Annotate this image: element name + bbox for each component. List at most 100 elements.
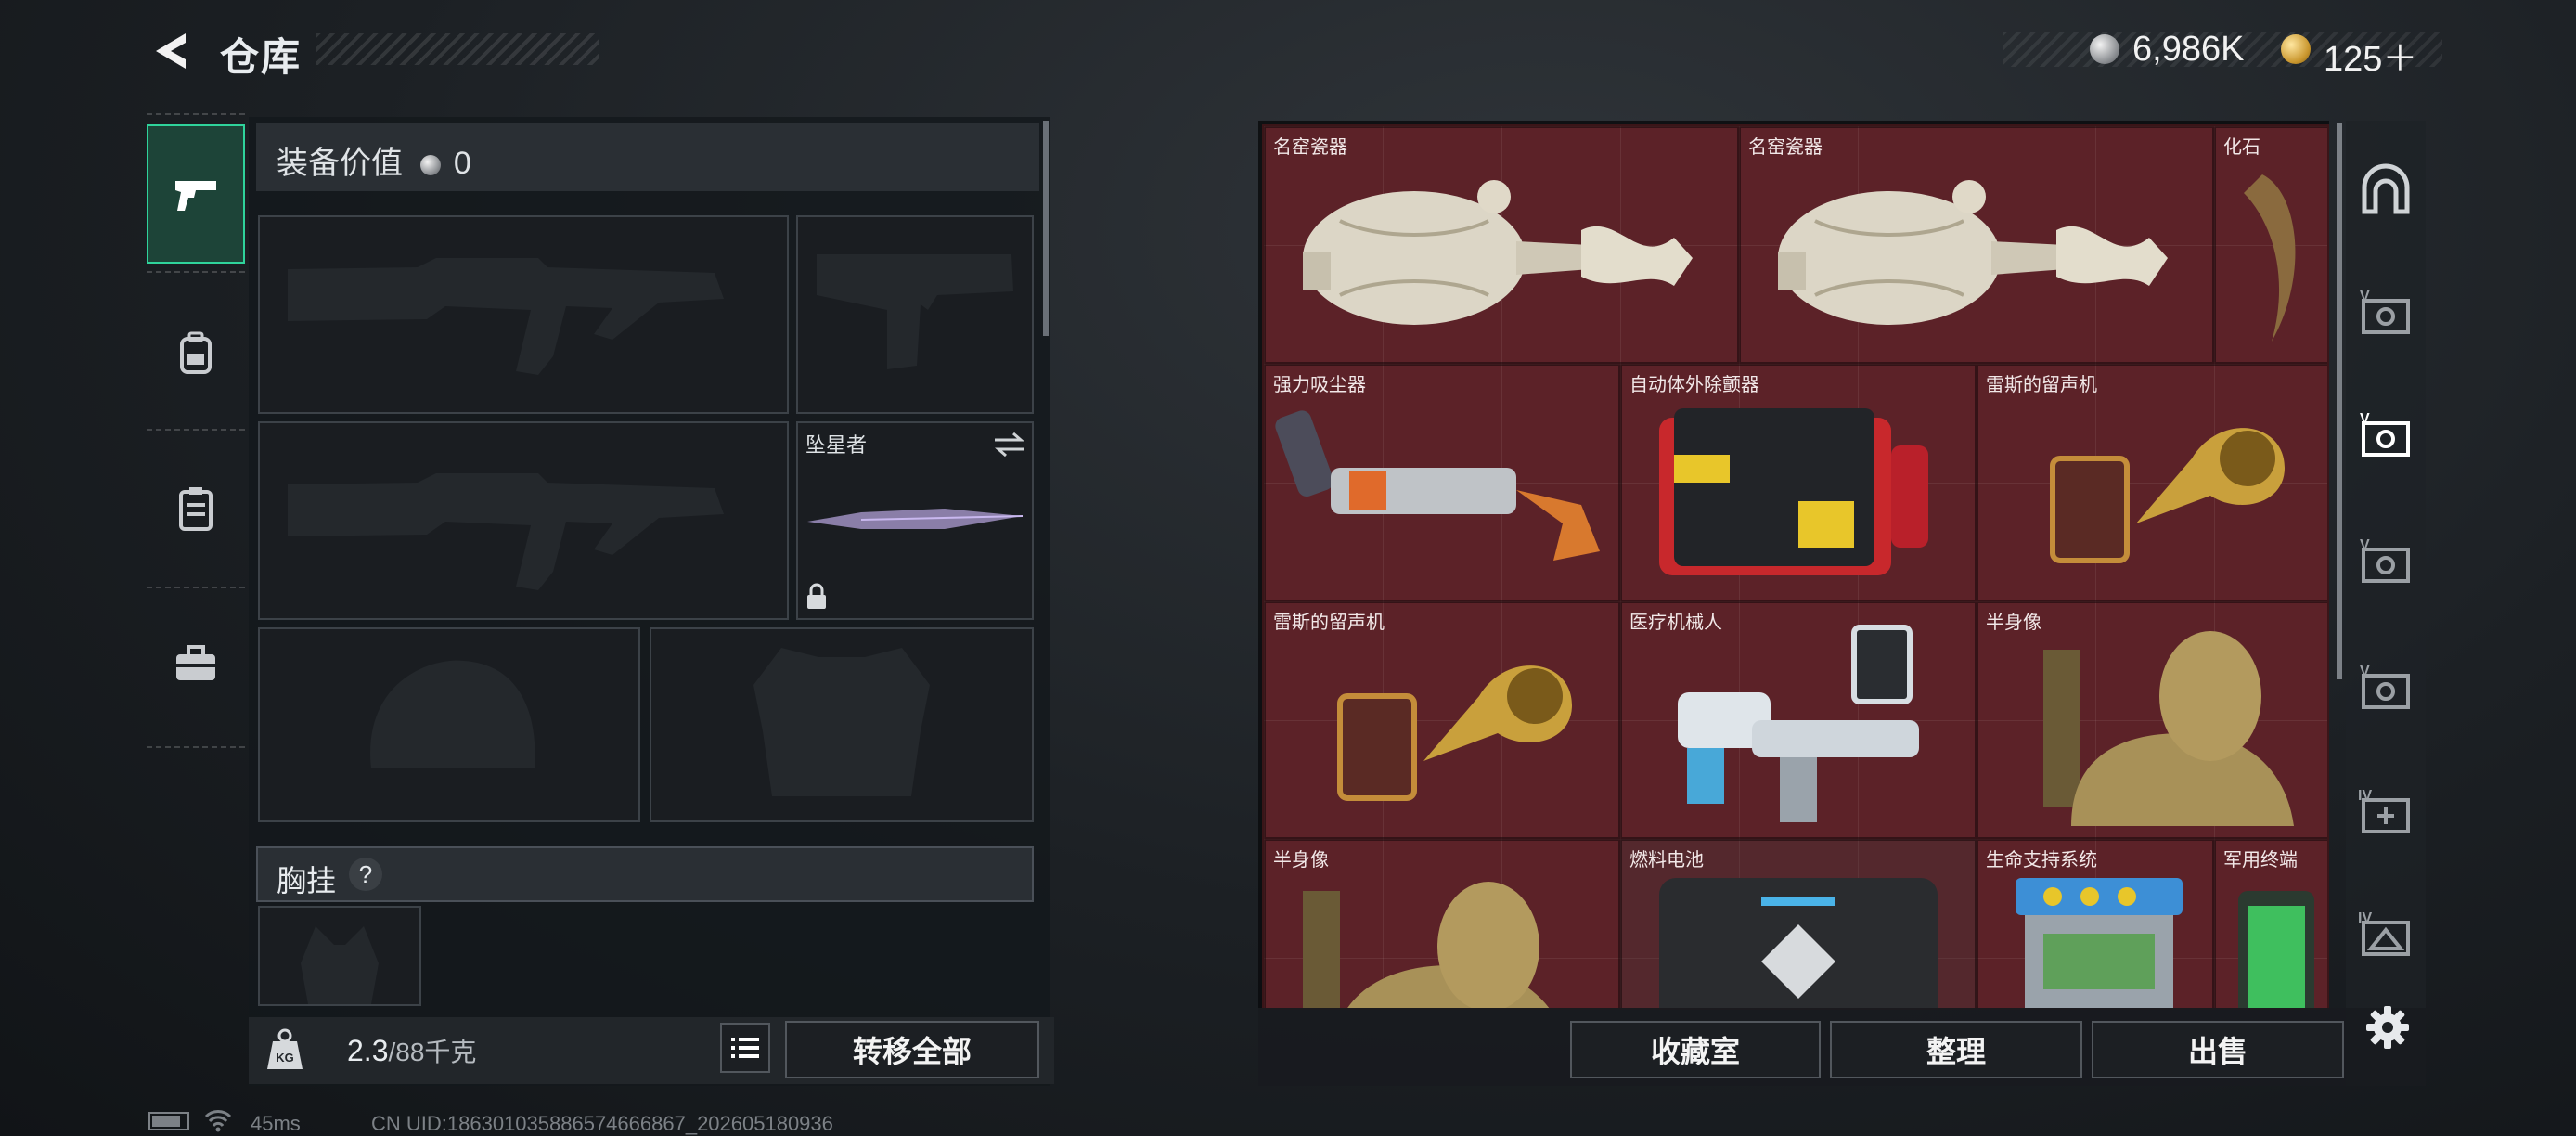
chest-rig-label: 胸挂 <box>277 864 337 897</box>
tab-weapons[interactable] <box>147 124 245 264</box>
item-name: 雷斯的留声机 <box>1273 613 1385 633</box>
item-vase[interactable]: 名窑瓷器 <box>1264 126 1739 364</box>
storage-tab-5[interactable]: IV <box>2346 874 2426 995</box>
tab-separator <box>147 271 245 273</box>
storage-tab-add[interactable]: IV <box>2346 752 2426 872</box>
melee-name: 坠星者 <box>805 433 868 457</box>
item-vase[interactable]: 名窑瓷器 <box>1739 126 2214 364</box>
vase-icon <box>1303 180 1693 325</box>
tab-separator <box>147 429 245 431</box>
list-view-button[interactable] <box>720 1023 770 1073</box>
tab-locker[interactable] <box>147 440 245 579</box>
item-name: 半身像 <box>1986 613 2041 633</box>
settings-button[interactable] <box>2363 1002 2413 1052</box>
item-life-support[interactable]: 生命支持系统 <box>1977 839 2214 1008</box>
back-arrow-icon <box>156 33 186 69</box>
sell-button[interactable]: 出售 <box>2092 1021 2344 1078</box>
bust-icon <box>1303 882 1550 1008</box>
svg-text:V: V <box>2360 537 2370 553</box>
item-name: 名窑瓷器 <box>1748 137 1823 158</box>
back-button[interactable] <box>148 28 195 74</box>
item-name: 雷斯的留声机 <box>1986 375 2097 395</box>
svg-text:IV: IV <box>2358 910 2372 926</box>
storage-v-icon: V <box>2360 411 2410 457</box>
toolbox-icon <box>176 645 215 680</box>
gold-balance[interactable]: 125＋ <box>2324 30 2417 81</box>
ping-readout: 45ms <box>251 1112 301 1135</box>
item-gramophone[interactable]: 雷斯的留声机 <box>1977 364 2327 601</box>
organize-button[interactable]: 整理 <box>1830 1021 2082 1078</box>
weight-readout: 2.3/88千克 <box>347 1032 476 1069</box>
help-icon[interactable]: ? <box>349 858 382 891</box>
battery-icon <box>148 1112 189 1130</box>
fossil-claw-icon <box>2244 174 2296 342</box>
bust-icon <box>2043 631 2294 826</box>
item-medical-robot[interactable]: 医疗机械人 <box>1620 601 1977 839</box>
storage-iv-icon: IV <box>2358 910 2410 956</box>
gramophone-icon <box>2050 428 2285 563</box>
vault-icon <box>2362 163 2410 214</box>
pistol-silhouette-icon <box>817 254 1013 369</box>
helmet-silhouette-icon <box>370 660 535 768</box>
svg-text:V: V <box>2360 411 2370 427</box>
svg-text:V: V <box>2360 664 2370 679</box>
item-name: 名窑瓷器 <box>1273 137 1347 158</box>
tab-separator <box>147 113 245 115</box>
item-vacuum[interactable]: 强力吸尘器 <box>1264 364 1620 601</box>
weight-icon-text: KG <box>276 1051 294 1065</box>
storage-tab-4[interactable]: V <box>2346 627 2426 748</box>
item-name: 生命支持系统 <box>1986 850 2097 871</box>
storage-tab-3[interactable]: V <box>2346 501 2426 622</box>
tab-backpack[interactable] <box>147 284 245 423</box>
pistol-icon <box>175 181 216 211</box>
storage-v-icon: V <box>2360 289 2410 334</box>
item-bust[interactable]: 半身像 <box>1264 839 1620 1008</box>
transfer-all-button[interactable]: 转移全部 <box>785 1021 1039 1078</box>
storage-tab-vault[interactable] <box>2346 130 2426 251</box>
item-fuel-cell[interactable]: 燃料电池 <box>1620 839 1977 1008</box>
tab-toolbox[interactable] <box>147 594 245 733</box>
item-military-terminal[interactable]: 军用终端 <box>2214 839 2327 1008</box>
backpack-icon <box>180 331 212 374</box>
equipment-scrollbar[interactable] <box>1043 121 1049 336</box>
melee-slot[interactable]: 坠星者 <box>796 421 1034 620</box>
chest-rig-slot[interactable] <box>258 906 421 1006</box>
item-gramophone[interactable]: 雷斯的留声机 <box>1264 601 1620 839</box>
assault-rifle-silhouette-icon <box>288 473 724 590</box>
vacuum-icon <box>1275 410 1600 561</box>
sidearm-slot[interactable] <box>796 215 1034 414</box>
item-fossil[interactable]: 化石 <box>2214 126 2327 364</box>
vest-silhouette-icon <box>301 926 379 1004</box>
storage-tab-1[interactable]: V <box>2346 252 2426 373</box>
tab-separator <box>147 587 245 588</box>
storage-v-icon: V <box>2360 664 2410 709</box>
item-name: 自动体外除颤器 <box>1629 375 1759 395</box>
equipment-value-label: 装备价值 <box>277 146 403 181</box>
item-defibrillator[interactable]: 自动体外除颤器 <box>1620 364 1977 601</box>
uid-readout: CN UID:186301035886574666867_20260518093… <box>371 1112 833 1135</box>
gold-coin-icon <box>2281 34 2311 64</box>
item-name: 燃料电池 <box>1629 850 1704 871</box>
item-bust[interactable]: 半身像 <box>1977 601 2327 839</box>
weight-icon: KG <box>267 1028 303 1069</box>
helmet-slot[interactable] <box>258 627 640 822</box>
lock-icon <box>807 583 826 609</box>
storage-scrollbar[interactable] <box>2337 123 2342 679</box>
defibrillator-icon <box>1659 408 1928 575</box>
svg-text:V: V <box>2360 289 2370 304</box>
storage-v-icon: V <box>2360 537 2410 583</box>
wifi-icon <box>204 1110 232 1132</box>
knife-icon <box>807 509 1024 529</box>
storage-tab-2[interactable]: V <box>2346 375 2426 496</box>
equipment-value-number: 0 <box>453 146 471 181</box>
primary-weapon-slot[interactable] <box>258 215 789 414</box>
page-title: 仓库 <box>220 35 303 79</box>
swap-icon[interactable] <box>991 431 1028 458</box>
armor-slot[interactable] <box>650 627 1034 822</box>
weight-current: 2.3 <box>347 1034 389 1067</box>
item-name: 军用终端 <box>2223 850 2298 871</box>
secondary-weapon-slot[interactable] <box>258 421 789 620</box>
gramophone-icon <box>1337 665 1572 801</box>
silver-coin-icon <box>420 155 442 176</box>
collection-room-button[interactable]: 收藏室 <box>1570 1021 1821 1078</box>
